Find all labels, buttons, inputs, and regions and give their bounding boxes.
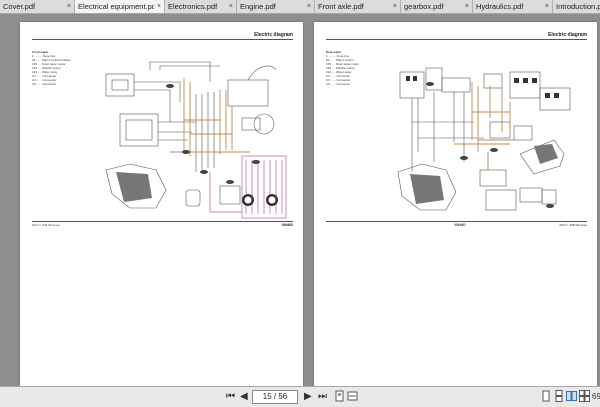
page-footer-left: VM46D: [454, 223, 466, 227]
close-icon[interactable]: ×: [393, 3, 397, 10]
close-icon[interactable]: ×: [465, 3, 469, 10]
tab-hydraulics[interactable]: Hydraulics.pdf ×: [473, 0, 553, 13]
tab-label: Introduction.pdf: [556, 2, 600, 11]
tab-cover[interactable]: Cover.pdf ×: [0, 0, 75, 13]
last-page-icon[interactable]: ⏭: [318, 390, 327, 404]
tab-label: Electronics.pdf: [168, 2, 218, 11]
footer-rule: [326, 221, 587, 222]
close-icon[interactable]: ×: [157, 3, 161, 10]
tab-label: Engine.pdf: [240, 2, 276, 11]
tab-label: gearbox.pdf: [404, 2, 444, 11]
pdf-page-left: Electric diagram Front wiper 1 .........…: [20, 22, 303, 386]
tab-label: Hydraulics.pdf: [476, 2, 524, 11]
tab-label: Electrical equipment.pdf: [78, 2, 154, 11]
page-number-input[interactable]: 15 / 56: [252, 390, 298, 404]
close-icon[interactable]: ×: [307, 3, 311, 10]
fit-page-icon[interactable]: [334, 390, 345, 402]
zoom-level[interactable]: 69: [592, 392, 600, 401]
tab-electronics[interactable]: Electronics.pdf ×: [165, 0, 237, 13]
tab-electrical-equipment[interactable]: Electrical equipment.pdf ×: [75, 0, 165, 13]
tab-engine[interactable]: Engine.pdf ×: [237, 0, 315, 13]
footer-rule: [32, 221, 293, 222]
two-page-continuous-icon[interactable]: [579, 390, 590, 402]
tab-bar: Cover.pdf × Electrical equipment.pdf × Elect…: [0, 0, 600, 14]
next-page-icon[interactable]: ▶: [304, 390, 312, 404]
tab-label: Cover.pdf: [3, 2, 36, 11]
first-page-icon[interactable]: ⏮: [226, 390, 235, 404]
pdf-page-right: Electric diagram Rear wiper 1 ......... …: [314, 22, 597, 386]
prev-page-icon[interactable]: ◀: [240, 390, 248, 404]
tab-introduction[interactable]: Introduction.pdf×: [553, 0, 600, 13]
continuous-page-icon[interactable]: [553, 390, 564, 402]
fit-width-icon[interactable]: [347, 390, 358, 402]
bottom-toolbar: ⏮ ◀ 15 / 56 ▶ ⏭ 69: [0, 386, 600, 407]
close-icon[interactable]: ×: [545, 3, 549, 10]
tab-gearbox[interactable]: gearbox.pdf ×: [401, 0, 473, 13]
two-page-icon[interactable]: [566, 390, 577, 402]
close-icon[interactable]: ×: [229, 3, 233, 10]
page-footer-left: 2013 © JCB Vibromax: [32, 223, 60, 227]
tab-front-axle[interactable]: Front axle.pdf ×: [315, 0, 401, 13]
wiring-diagram: [397, 67, 571, 211]
page-footer-right: 2013 © JCB Vibromax: [559, 223, 587, 227]
close-icon[interactable]: ×: [67, 3, 71, 10]
document-viewer[interactable]: Electric diagram Front wiper 1 .........…: [0, 14, 600, 386]
wiring-diagram: [105, 61, 287, 219]
page-footer-right: VM46D: [281, 223, 293, 227]
tab-label: Front axle.pdf: [318, 2, 364, 11]
single-page-icon[interactable]: [540, 390, 551, 402]
